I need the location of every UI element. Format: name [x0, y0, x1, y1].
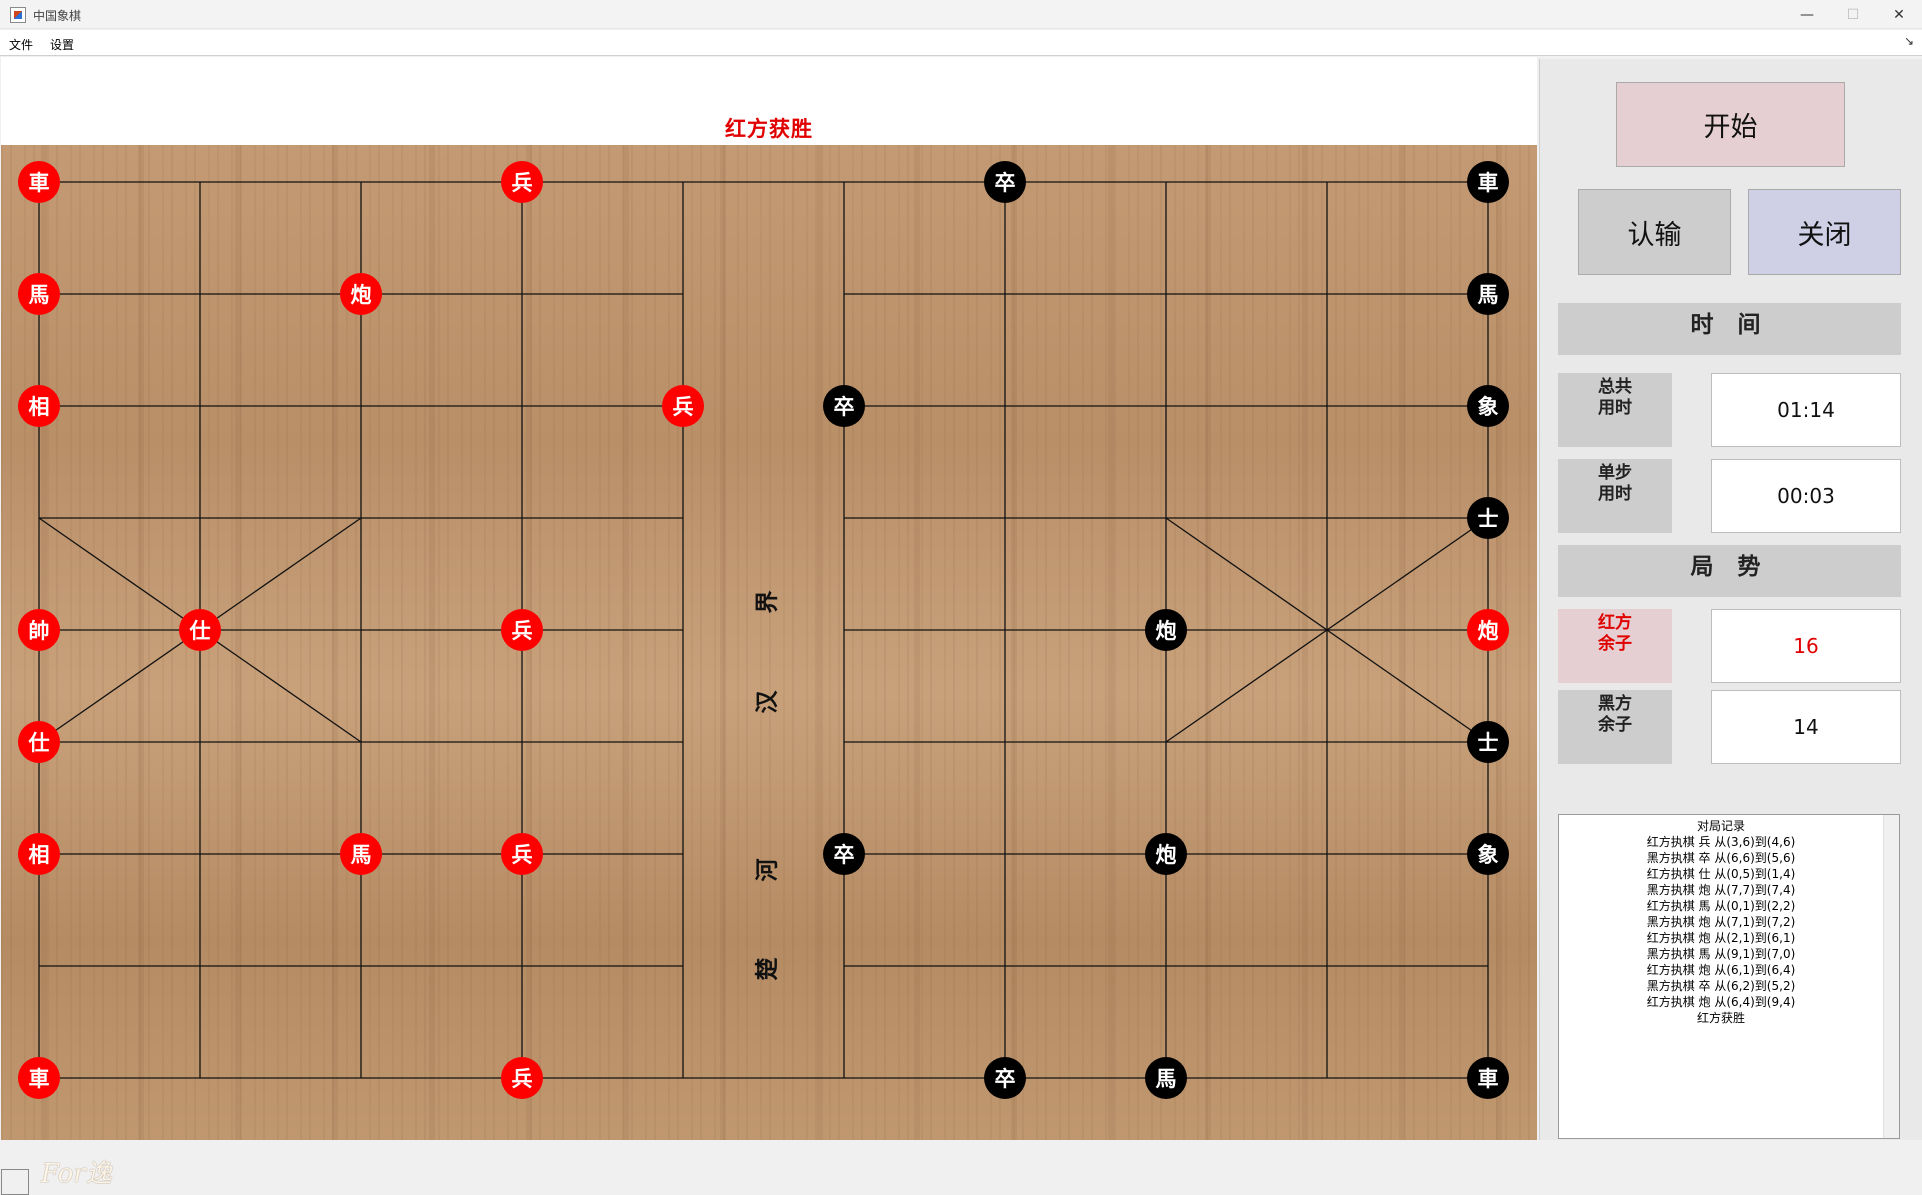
- menu-file[interactable]: 文件: [9, 36, 33, 53]
- game-status-title: 红方获胜: [725, 116, 813, 141]
- game-log-list: 红方执棋 兵 从(3,6)到(4,6) 黑方执棋 卒 从(6,6)到(5,6) 红方…: [1559, 834, 1899, 1026]
- minimize-icon[interactable]: —: [1784, 0, 1830, 29]
- red-piece[interactable]: 兵: [501, 609, 543, 651]
- black-piece[interactable]: 卒: [984, 161, 1026, 203]
- resign-button[interactable]: 认输: [1578, 189, 1731, 275]
- red-remaining-label-line1: 红方: [1598, 613, 1632, 633]
- red-piece[interactable]: 仕: [179, 609, 221, 651]
- black-piece[interactable]: 士: [1467, 497, 1509, 539]
- river-char-2: 汉: [753, 690, 781, 714]
- board-panel: 红方获胜 界 汉 河 楚 車兵卒車馬炮馬相兵卒象士帥仕兵炮炮仕士相馬兵卒炮象車兵…: [1, 57, 1537, 1195]
- black-piece[interactable]: 車: [1467, 1057, 1509, 1099]
- log-entry: 红方执棋 炮 从(6,1)到(6,4): [1646, 963, 1796, 977]
- total-time-label: 总共 用时: [1558, 373, 1672, 447]
- black-piece[interactable]: 卒: [823, 385, 865, 427]
- black-remaining-value: 14: [1711, 690, 1901, 764]
- black-remaining-label-line2: 余子: [1598, 715, 1632, 735]
- control-panel: 开始 认输 关闭 时 间 总共 用时 01:14 单步 用时 00:03 局 势…: [1539, 59, 1922, 1140]
- step-time-value: 00:03: [1711, 459, 1901, 533]
- step-time-label-line2: 用时: [1598, 484, 1632, 504]
- log-entry: 红方执棋 炮 从(6,4)到(9,4): [1646, 995, 1796, 1009]
- red-piece[interactable]: 兵: [501, 1057, 543, 1099]
- river-char-3: 河: [753, 858, 781, 882]
- red-piece[interactable]: 兵: [501, 833, 543, 875]
- start-button[interactable]: 开始: [1616, 82, 1845, 167]
- red-piece[interactable]: 仕: [18, 721, 60, 763]
- black-piece[interactable]: 馬: [1145, 1057, 1187, 1099]
- red-remaining-value: 16: [1711, 609, 1901, 683]
- log-entry: 红方获胜: [1696, 1011, 1745, 1025]
- river-char-4: 楚: [753, 957, 781, 981]
- black-piece[interactable]: 象: [1467, 833, 1509, 875]
- red-piece[interactable]: 炮: [1467, 609, 1509, 651]
- black-piece[interactable]: 炮: [1145, 833, 1187, 875]
- menu-bar: 文件 设置 ↘: [0, 30, 1922, 56]
- app-icon: [10, 7, 26, 23]
- black-remaining-label: 黑方 余子: [1558, 690, 1672, 764]
- black-piece[interactable]: 卒: [823, 833, 865, 875]
- log-entry: 黑方执棋 卒 从(6,6)到(5,6): [1646, 851, 1796, 865]
- black-piece[interactable]: 象: [1467, 385, 1509, 427]
- signature-logo: For逸: [41, 1159, 112, 1189]
- board-grid: [38, 181, 1489, 1079]
- black-remaining-label-line1: 黑方: [1598, 694, 1632, 714]
- log-entry: 黑方执棋 炮 从(7,7)到(7,4): [1646, 883, 1796, 897]
- red-piece[interactable]: 兵: [501, 161, 543, 203]
- log-entry: 红方执棋 炮 从(2,1)到(6,1): [1646, 931, 1796, 945]
- game-log-box[interactable]: 对局记录 红方执棋 兵 从(3,6)到(4,6) 黑方执棋 卒 从(6,6)到(5…: [1558, 814, 1900, 1139]
- red-remaining-label-line2: 余子: [1598, 634, 1632, 654]
- red-piece[interactable]: 馬: [340, 833, 382, 875]
- red-piece[interactable]: 炮: [340, 273, 382, 315]
- log-entry: 红方执棋 仕 从(0,5)到(1,4): [1646, 867, 1796, 881]
- log-entry: 黑方执棋 卒 从(6,2)到(5,2): [1646, 979, 1796, 993]
- river-char-1: 界: [753, 590, 781, 614]
- red-piece[interactable]: 相: [18, 385, 60, 427]
- total-time-value: 01:14: [1711, 373, 1901, 447]
- close-button[interactable]: 关闭: [1748, 189, 1901, 275]
- time-section-header: 时 间: [1558, 303, 1901, 355]
- step-time-label-line1: 单步: [1598, 463, 1632, 483]
- black-piece[interactable]: 士: [1467, 721, 1509, 763]
- title-bar: 中国象棋 — ☐ ✕: [0, 0, 1922, 29]
- black-piece[interactable]: 車: [1467, 161, 1509, 203]
- chess-board[interactable]: 界 汉 河 楚 車兵卒車馬炮馬相兵卒象士帥仕兵炮炮仕士相馬兵卒炮象車兵卒馬車 F…: [1, 145, 1537, 1189]
- log-entry: 黑方执棋 炮 从(7,1)到(7,2): [1646, 915, 1796, 929]
- menu-settings[interactable]: 设置: [50, 36, 74, 53]
- log-entry: 红方执棋 兵 从(3,6)到(4,6): [1646, 835, 1796, 849]
- log-scrollbar[interactable]: [1883, 815, 1899, 1138]
- log-entry: 黑方执棋 馬 从(9,1)到(7,0): [1646, 947, 1796, 961]
- resize-handle[interactable]: [1, 1169, 29, 1195]
- black-piece[interactable]: 馬: [1467, 273, 1509, 315]
- red-piece[interactable]: 相: [18, 833, 60, 875]
- black-piece[interactable]: 炮: [1145, 609, 1187, 651]
- red-piece[interactable]: 車: [18, 161, 60, 203]
- total-time-label-line1: 总共: [1598, 377, 1632, 397]
- red-piece[interactable]: 車: [18, 1057, 60, 1099]
- red-piece[interactable]: 兵: [662, 385, 704, 427]
- red-piece[interactable]: 馬: [18, 273, 60, 315]
- situation-section-header: 局 势: [1558, 545, 1901, 597]
- red-remaining-label: 红方 余子: [1558, 609, 1672, 683]
- close-icon[interactable]: ✕: [1876, 0, 1922, 29]
- window-title: 中国象棋: [33, 9, 82, 23]
- total-time-label-line2: 用时: [1598, 398, 1632, 418]
- game-log-title: 对局记录: [1696, 819, 1745, 833]
- step-time-label: 单步 用时: [1558, 459, 1672, 533]
- maximize-icon[interactable]: ☐: [1830, 0, 1876, 29]
- log-entry: 红方执棋 馬 从(0,1)到(2,2): [1646, 899, 1796, 913]
- black-piece[interactable]: 卒: [984, 1057, 1026, 1099]
- red-piece[interactable]: 帥: [18, 609, 60, 651]
- toolbar-toggle-icon[interactable]: ↘: [1904, 34, 1914, 48]
